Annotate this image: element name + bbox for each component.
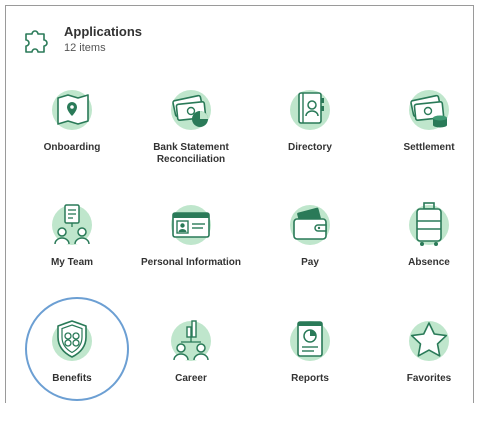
money-pie-icon (171, 90, 211, 130)
app-tile-favorites[interactable]: Favorites (374, 315, 484, 425)
app-tile-absence[interactable]: Absence (374, 199, 484, 309)
app-label: Benefits (52, 373, 92, 384)
suitcase-icon (409, 202, 449, 246)
report-icon (290, 321, 330, 361)
app-label: My Team (50, 257, 94, 268)
id-card-icon (171, 205, 211, 245)
app-tile-my-team[interactable]: My Team (17, 199, 127, 309)
app-label: Pay (301, 257, 319, 268)
wallet-icon (290, 205, 330, 245)
app-tile-pay[interactable]: Pay (255, 199, 365, 309)
app-tile-career[interactable]: Career (136, 315, 246, 425)
puzzle-icon (25, 30, 48, 53)
address-book-icon (290, 90, 330, 130)
app-tile-directory[interactable]: Directory (255, 84, 365, 194)
app-label: Personal Information (140, 257, 241, 268)
app-label: Settlement (403, 142, 455, 153)
map-pin-icon (52, 90, 92, 130)
team-icon (52, 204, 92, 245)
app-tile-bank-statement-reconciliation[interactable]: Bank Statement Reconciliation (136, 84, 246, 194)
applications-header: Applications 12 items (20, 18, 142, 62)
app-label: Reports (291, 373, 329, 384)
app-tile-reports[interactable]: Reports (255, 315, 365, 425)
money-coins-icon (409, 90, 449, 130)
page-title: Applications (64, 24, 143, 39)
app-tile-settlement[interactable]: Settlement (374, 84, 484, 194)
app-label: Onboarding (43, 142, 101, 153)
app-label: Career (175, 373, 207, 384)
app-label: Absence (408, 257, 450, 268)
star-icon (409, 321, 449, 361)
app-tile-personal-information[interactable]: Personal Information (136, 199, 246, 309)
app-tile-benefits[interactable]: Benefits (17, 315, 127, 425)
app-label: Directory (288, 142, 332, 153)
app-label: Favorites (406, 373, 452, 384)
app-tile-onboarding[interactable]: Onboarding (17, 84, 127, 194)
item-count: 12 items (64, 42, 106, 54)
shield-icon (52, 320, 92, 361)
app-label: Bank Statement Reconciliation (153, 142, 229, 165)
career-icon (171, 320, 211, 361)
applications-panel: Applications 12 items Onboarding Bank St… (5, 5, 474, 403)
